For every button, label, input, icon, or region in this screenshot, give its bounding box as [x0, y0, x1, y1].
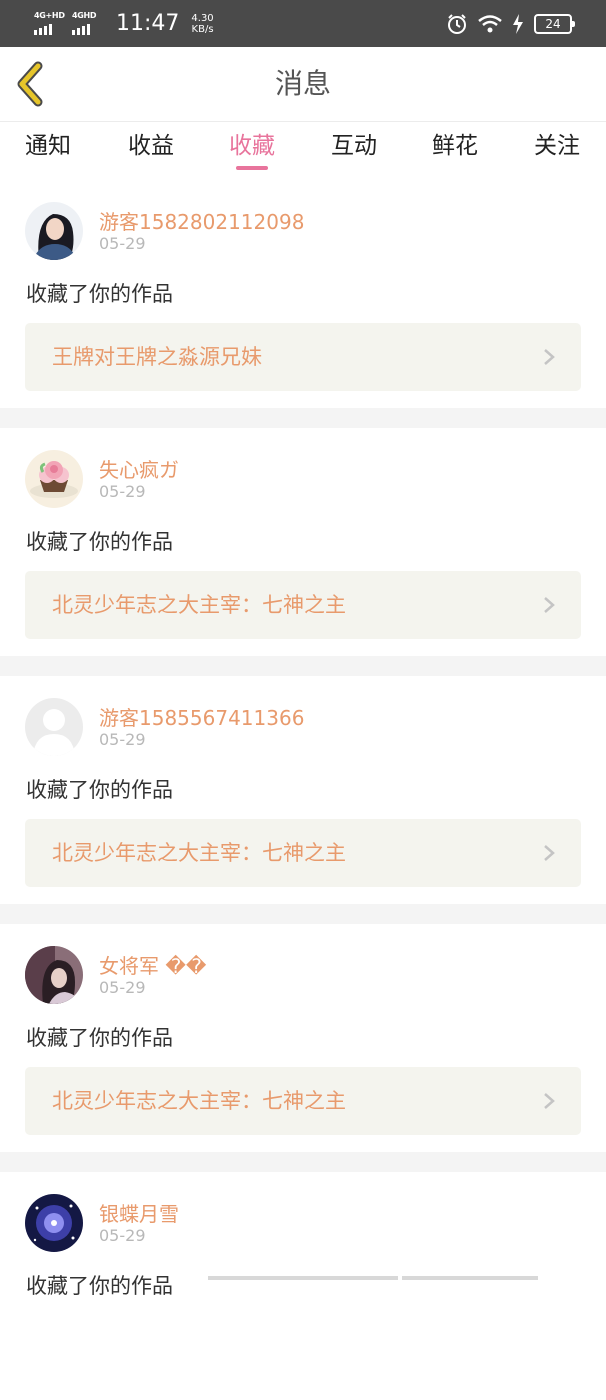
tab-label: 通知 [25, 133, 71, 159]
work-title: 北灵少年志之大主宰：七神之主 [52, 1089, 346, 1113]
work-link[interactable]: 北灵少年志之大主宰：七神之主 [25, 819, 581, 887]
work-title: 北灵少年志之大主宰：七神之主 [52, 593, 346, 617]
action-text: 收藏了你的作品 [26, 778, 173, 802]
tab-earnings[interactable]: 收益 [101, 122, 201, 180]
work-title: 王牌对王牌之淼源兄妹 [52, 345, 262, 369]
divider [0, 904, 606, 924]
signal-icon: 4G+HD [34, 10, 65, 35]
active-tab-indicator [236, 166, 268, 170]
work-link[interactable]: 北灵少年志之大主宰：七神之主 [25, 1067, 581, 1135]
date: 05-29 [99, 978, 146, 997]
tab-label: 互动 [331, 133, 377, 159]
list-item: 游客1585567411366 05-29 收藏了你的作品 北灵少年志之大主宰：… [0, 676, 606, 904]
tab-notifications[interactable]: 通知 [0, 122, 98, 180]
network-type-label: 4G+HD [34, 10, 65, 20]
action-text: 收藏了你的作品 [26, 1026, 173, 1050]
battery-level: 24 [545, 16, 561, 31]
network-speed-value: 4.30 [191, 12, 214, 24]
bottom-strip [0, 1274, 606, 1280]
work-link[interactable]: 北灵少年志之大主宰：七神之主 [25, 571, 581, 639]
network-speed: 4.30 KB/s [191, 13, 213, 35]
tab-favorites[interactable]: 收藏 [202, 122, 302, 180]
date: 05-29 [99, 730, 146, 749]
tab-flowers[interactable]: 鲜花 [405, 122, 505, 180]
divider [0, 408, 606, 428]
battery-icon: 24 [534, 13, 575, 34]
action-text: 收藏了你的作品 [26, 530, 173, 554]
tab-label: 鲜花 [432, 133, 478, 159]
avatar[interactable] [25, 946, 83, 1004]
username[interactable]: 银蝶月雪 [99, 1198, 179, 1227]
username[interactable]: 失心疯ガ [99, 454, 179, 483]
status-bar: 4G+HD 4GHD 11:47 4.30 KB/s 24 [0, 0, 606, 47]
tab-label: 收藏 [229, 133, 275, 159]
divider [0, 1152, 606, 1172]
signal-icon: 4GHD [72, 10, 102, 35]
network-type-label: 4GHD [72, 10, 97, 20]
avatar[interactable] [25, 450, 83, 508]
chevron-right-icon [544, 1093, 555, 1109]
list-item: 女将军 �� 05-29 收藏了你的作品 北灵少年志之大主宰：七神之主 [0, 924, 606, 1152]
tab-interactions[interactable]: 互动 [304, 122, 404, 180]
list-item: 游客1582802112098 05-29 收藏了你的作品 王牌对王牌之淼源兄妹 [0, 180, 606, 408]
tab-label: 关注 [534, 133, 580, 159]
username[interactable]: 游客1582802112098 [99, 206, 304, 235]
date: 05-29 [99, 482, 146, 501]
username[interactable]: 女将军 �� [99, 950, 206, 979]
date: 05-29 [99, 1226, 146, 1245]
divider [0, 656, 606, 676]
work-link[interactable]: 王牌对王牌之淼源兄妹 [25, 323, 581, 391]
work-title: 北灵少年志之大主宰：七神之主 [52, 841, 346, 865]
chevron-right-icon [544, 597, 555, 613]
username[interactable]: 游客1585567411366 [99, 702, 304, 731]
clock: 11:47 [116, 11, 180, 36]
avatar[interactable] [25, 698, 83, 756]
tab-following[interactable]: 关注 [507, 122, 606, 180]
tab-bar: 通知 收益 收藏 互动 鲜花 关注 [0, 122, 606, 180]
default-user-icon [25, 698, 83, 756]
list-item: 银蝶月雪 05-29 收藏了你的作品 [0, 1172, 606, 1400]
alarm-icon [448, 13, 466, 34]
chevron-right-icon [544, 845, 555, 861]
avatar[interactable] [25, 202, 83, 260]
page-title: 消息 [274, 67, 331, 100]
network-speed-unit: KB/s [191, 23, 214, 35]
date: 05-29 [99, 234, 146, 253]
list-item: 失心疯ガ 05-29 收藏了你的作品 北灵少年志之大主宰：七神之主 [0, 428, 606, 656]
header: 消息 [0, 47, 606, 122]
tab-label: 收益 [128, 133, 174, 159]
action-text: 收藏了你的作品 [26, 282, 173, 306]
wifi-icon [478, 14, 502, 32]
chevron-right-icon [544, 349, 555, 365]
message-list: 游客1582802112098 05-29 收藏了你的作品 王牌对王牌之淼源兄妹… [0, 180, 606, 1400]
charging-icon [513, 13, 523, 34]
avatar[interactable] [25, 1194, 83, 1252]
